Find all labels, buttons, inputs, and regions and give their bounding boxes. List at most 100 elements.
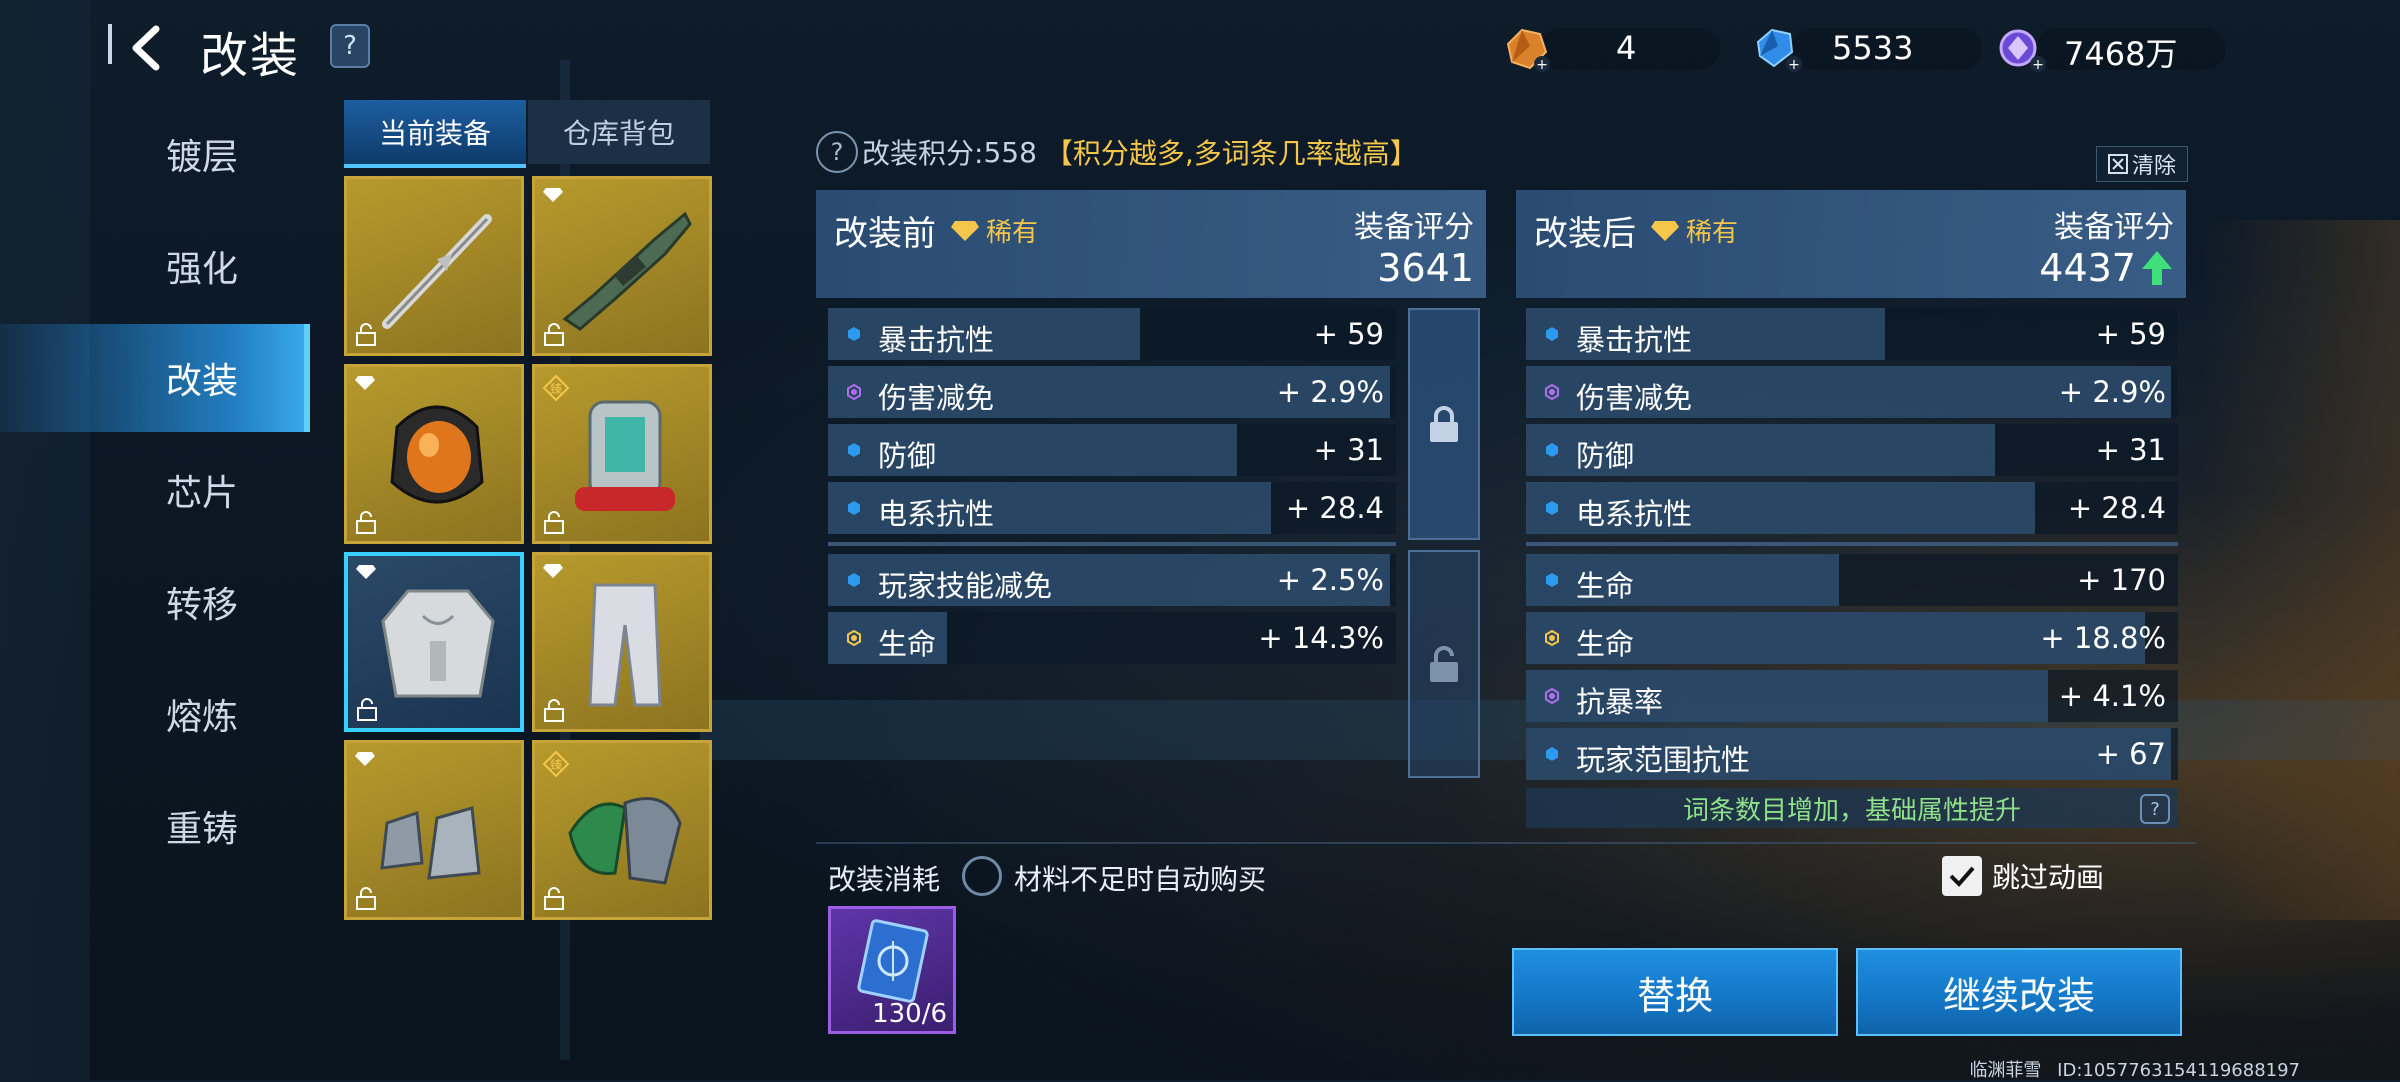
equipment-slot-rifle[interactable] bbox=[532, 176, 712, 356]
score-help-icon[interactable]: ? bbox=[816, 131, 858, 173]
after-rarity-label: 稀有 bbox=[1686, 218, 1739, 248]
equipment-slot-backpack[interactable]: 臻 bbox=[532, 364, 712, 544]
stat-value: + 28.4 bbox=[2067, 491, 2166, 525]
lock-icon bbox=[356, 323, 376, 346]
stat-value: + 4.1% bbox=[2058, 679, 2166, 713]
help-button[interactable]: ? bbox=[330, 24, 370, 68]
sidebar-item-label: 改装 bbox=[166, 361, 239, 402]
currency-gem[interactable]: + 5533 bbox=[1752, 24, 1982, 74]
stat-row: 电系抗性 + 28.4 bbox=[1526, 482, 2178, 534]
stat-name: 暴击抗性 bbox=[1576, 323, 1693, 357]
sidebar-item-label: 芯片 bbox=[166, 473, 239, 514]
clear-icon bbox=[2107, 154, 2128, 174]
equipment-slot-chest[interactable] bbox=[344, 552, 524, 732]
stat-ring-icon bbox=[847, 384, 861, 400]
stat-row: 暴击抗性 + 59 bbox=[1526, 308, 2178, 360]
stat-dot-icon bbox=[848, 327, 860, 341]
skip-animation-checkbox[interactable] bbox=[1942, 856, 1982, 896]
replace-button[interactable]: 替换 bbox=[1512, 948, 1838, 1036]
gloves-icon bbox=[568, 797, 682, 885]
clear-button[interactable]: 清除 bbox=[2096, 146, 2188, 182]
material-slot[interactable]: 130/6 bbox=[828, 906, 956, 1034]
stat-dot-icon bbox=[1546, 747, 1558, 761]
stat-name: 伤害减免 bbox=[1576, 381, 1693, 415]
sidebar-item-chip[interactable]: 芯片 bbox=[0, 436, 310, 544]
stat-value: + 31 bbox=[1313, 433, 1384, 467]
equipment-slot-blade[interactable] bbox=[344, 176, 524, 356]
stat-dot-icon bbox=[1546, 327, 1558, 341]
lock-icon bbox=[356, 511, 376, 534]
title-divider bbox=[108, 24, 112, 64]
boots-icon bbox=[380, 806, 481, 880]
stat-value: + 170 bbox=[2077, 563, 2166, 597]
sidebar-item-plating[interactable]: 镀层 bbox=[0, 100, 310, 208]
tab-current-equipment[interactable]: 当前装备 bbox=[344, 100, 526, 168]
lock-closed-icon bbox=[1430, 406, 1458, 442]
sidebar-item-label: 镀层 bbox=[166, 137, 239, 178]
leg-armor-icon bbox=[588, 583, 662, 707]
blue-gem-icon: + bbox=[1756, 28, 1802, 73]
footer-player-name: 临渊菲雪 bbox=[1969, 1060, 2042, 1081]
stat-value: + 31 bbox=[2095, 433, 2166, 467]
stat-name: 玩家范围抗性 bbox=[1576, 743, 1751, 777]
continue-modify-button[interactable]: 继续改装 bbox=[1856, 948, 2182, 1036]
stat-ring-icon bbox=[1545, 384, 1559, 400]
page-title: 改装 bbox=[200, 28, 301, 84]
back-button[interactable] bbox=[118, 20, 174, 76]
stat-row: 生命 + 14.3% bbox=[828, 612, 1396, 664]
back-arrow-icon bbox=[132, 25, 160, 71]
stat-name: 伤害减免 bbox=[878, 381, 995, 415]
rarity-diamond-icon bbox=[1651, 220, 1679, 241]
skip-animation-label: 跳过动画 bbox=[1992, 861, 2105, 894]
clear-label: 清除 bbox=[2131, 154, 2176, 179]
before-rarity: 稀有 bbox=[950, 212, 1038, 249]
sidebar-item-enhance[interactable]: 强化 bbox=[0, 212, 310, 320]
sidebar-item-modify[interactable]: 改装 bbox=[0, 324, 310, 432]
after-stats-separator bbox=[1526, 542, 2178, 546]
lock-main-stats-button[interactable] bbox=[1408, 308, 1480, 540]
stat-row: 玩家范围抗性 + 67 bbox=[1526, 728, 2178, 780]
tab-warehouse[interactable]: 仓库背包 bbox=[528, 100, 710, 164]
after-score-value: 4437 bbox=[2039, 246, 2136, 290]
auto-buy-radio[interactable] bbox=[962, 856, 1002, 896]
sidebar-item-label: 重铸 bbox=[166, 809, 239, 850]
modify-score-line: ? 改装积分: 558 【积分越多,多词条几率越高】 bbox=[816, 130, 1418, 174]
currency-value: 5533 bbox=[1832, 29, 1914, 67]
before-rarity-label: 稀有 bbox=[986, 218, 1039, 248]
sidebar-item-smelt[interactable]: 熔炼 bbox=[0, 660, 310, 768]
sidebar-item-label: 强化 bbox=[166, 249, 239, 290]
stat-value: + 14.3% bbox=[1258, 621, 1384, 655]
stat-name: 防御 bbox=[878, 439, 937, 473]
sidebar-item-recast[interactable]: 重铸 bbox=[0, 772, 310, 880]
stat-name: 暴击抗性 bbox=[878, 323, 995, 357]
stat-name: 电系抗性 bbox=[878, 497, 995, 531]
score-value: 558 bbox=[983, 135, 1037, 169]
lock-extra-stats-button[interactable] bbox=[1408, 550, 1480, 778]
stat-dot-icon bbox=[848, 501, 860, 515]
rarity-diamond-icon bbox=[951, 220, 979, 241]
stat-dot-icon bbox=[848, 443, 860, 457]
stat-row: 抗暴率 + 4.1% bbox=[1526, 670, 2178, 722]
currency-crystal[interactable]: + 4 bbox=[1500, 24, 1720, 74]
lock-open-icon bbox=[1430, 646, 1458, 682]
equipment-slot-gloves[interactable]: 臻 bbox=[532, 740, 712, 920]
score-note: 【积分越多,多词条几率越高】 bbox=[1044, 137, 1418, 170]
before-stats-separator bbox=[828, 542, 1396, 546]
equipment-slot-boots[interactable] bbox=[344, 740, 524, 920]
material-count: 130/6 bbox=[872, 999, 947, 1029]
equipment-slot-legs[interactable] bbox=[532, 552, 712, 732]
currency-coin[interactable]: + 7468万 bbox=[1996, 24, 2226, 74]
before-panel-header: 改装前 稀有 装备评分 3641 bbox=[816, 190, 1486, 298]
sidebar-item-transfer[interactable]: 转移 bbox=[0, 548, 310, 656]
equipment-slot-helmet[interactable] bbox=[344, 364, 524, 544]
svg-text:+: + bbox=[1788, 57, 1800, 73]
stat-ring-icon bbox=[1545, 630, 1559, 646]
rifle-weapon-icon bbox=[562, 211, 692, 331]
score-prefix: 改装积分: bbox=[862, 137, 984, 170]
stat-name: 防御 bbox=[1576, 439, 1635, 473]
stat-fill-bar bbox=[1526, 554, 1839, 606]
orange-crystal-icon: + bbox=[1506, 28, 1550, 73]
stat-value: + 18.8% bbox=[2040, 621, 2166, 655]
hint-help-icon[interactable]: ? bbox=[2140, 794, 2170, 824]
score-up-arrow-icon bbox=[2142, 251, 2172, 285]
